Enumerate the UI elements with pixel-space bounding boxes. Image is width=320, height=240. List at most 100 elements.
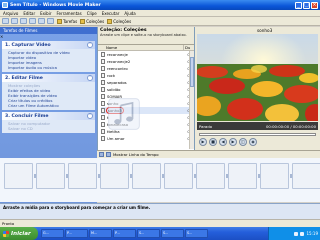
- file-name: solidão: [107, 87, 121, 92]
- audio-file-icon: [101, 108, 105, 113]
- file-name: separados: [107, 80, 127, 85]
- window-controls: _ □ ×: [295, 1, 318, 9]
- menu-executar[interactable]: Executar: [102, 11, 120, 16]
- taskbar-item[interactable]: S...: [161, 229, 184, 238]
- section-capture-header[interactable]: 1. Capturar Vídeo ˄: [2, 41, 95, 49]
- menu-exibir[interactable]: Exibir: [40, 11, 51, 16]
- menu-ajuda[interactable]: Ajuda: [124, 11, 135, 16]
- section-edit: 2. Editar Filme ˄ Mostrar coleções Exibi…: [2, 74, 95, 110]
- status-text: Pronto: [2, 221, 15, 226]
- network-icon[interactable]: [300, 231, 305, 236]
- storyboard-slot[interactable]: [36, 163, 65, 189]
- next-frame-icon[interactable]: ▶: [229, 138, 237, 146]
- taskbar-item[interactable]: P...: [65, 229, 88, 238]
- storyboard-strip[interactable]: [0, 158, 320, 202]
- storyboard-slot[interactable]: [164, 163, 193, 189]
- storyboard-toolbar: Mostrar Linha do Tempo: [97, 150, 320, 158]
- task-link[interactable]: Salvar no CD: [8, 126, 92, 131]
- section-edit-header[interactable]: 2. Editar Filme ˄: [2, 74, 95, 82]
- taskbar-item[interactable]: M...: [89, 229, 112, 238]
- snapshot-icon[interactable]: ◉: [249, 138, 257, 146]
- storyboard-slot[interactable]: [196, 163, 225, 189]
- tasks-icon: [57, 18, 62, 24]
- taskbar-item[interactable]: P...: [113, 229, 136, 238]
- chevron-up-icon[interactable]: ˄: [87, 113, 93, 119]
- storyboard-slot[interactable]: [132, 163, 161, 189]
- scrollbar-thumb[interactable]: [190, 57, 194, 87]
- start-button[interactable]: Iniciar: [0, 227, 38, 240]
- section-capture-title: 1. Capturar Vídeo: [5, 42, 51, 48]
- audio-file-icon: [101, 129, 105, 134]
- section-finish-header[interactable]: 3. Concluir Filme ˄: [2, 112, 95, 120]
- audio-file-icon: [101, 136, 105, 141]
- collections-toggle[interactable]: Coleções: [80, 18, 105, 24]
- chevron-up-icon[interactable]: ˄: [87, 75, 93, 81]
- file-name: reencontro: [107, 66, 128, 71]
- window-title: Sem Título - Windows Movie Maker: [10, 2, 101, 8]
- task-pane-close-icon[interactable]: ×: [0, 34, 3, 39]
- menu-editar[interactable]: Editar: [23, 11, 35, 16]
- tasks-toggle[interactable]: Tarefas: [57, 18, 77, 24]
- zoom-icon[interactable]: [106, 152, 111, 157]
- taskbar-item[interactable]: S...: [185, 229, 208, 238]
- split-clip-icon[interactable]: ◫: [239, 138, 247, 146]
- open-button[interactable]: [20, 18, 27, 24]
- file-list-item[interactable]: separados00: [101, 79, 194, 86]
- audio-file-icon: [101, 52, 105, 57]
- audio-file-icon: [101, 80, 105, 85]
- back-button[interactable]: [2, 18, 9, 24]
- menu-ferramentas[interactable]: Ferramentas: [56, 11, 81, 16]
- task-link[interactable]: Criar um Filme Automático: [8, 103, 92, 108]
- show-timeline-button[interactable]: Mostrar Linha do Tempo: [113, 152, 159, 157]
- storyboard-slot[interactable]: [4, 163, 33, 189]
- storyboard-slot[interactable]: [68, 163, 97, 189]
- save-button[interactable]: [29, 18, 36, 24]
- task-pane-header: Tarefas de Filmes: [0, 27, 97, 34]
- audio-file-icon: [101, 94, 105, 99]
- file-list-item[interactable]: reconnecje00: [101, 51, 194, 58]
- file-list-item[interactable]: reconnecje200: [101, 58, 194, 65]
- forward-button[interactable]: [11, 18, 18, 24]
- previous-frame-icon[interactable]: ◀: [219, 138, 227, 146]
- column-name[interactable]: Nome: [98, 45, 184, 50]
- audio-file-icon: [101, 122, 105, 127]
- taskbar-item[interactable]: G...: [41, 229, 64, 238]
- timeline-icon[interactable]: [99, 152, 104, 157]
- playback-status: Parado: [199, 123, 213, 129]
- taskbar: Iniciar G... P... M... P... S... S... S.…: [0, 227, 320, 240]
- minimize-button[interactable]: _: [295, 1, 302, 9]
- windows-logo-icon: [3, 230, 9, 237]
- storyboard-slot[interactable]: [100, 163, 129, 189]
- column-duration[interactable]: Du: [184, 45, 190, 50]
- toolbar: Tarefas Coleções Coleções: [0, 17, 320, 26]
- task-link[interactable]: Importar áudio ou música: [8, 65, 92, 70]
- file-list-item[interactable]: rock00: [101, 72, 194, 79]
- collection-scrollbar[interactable]: [189, 51, 194, 149]
- file-name: Um amor: [107, 136, 125, 141]
- section-finish: 3. Concluir Filme ˄ Salvar no computador…: [2, 112, 95, 133]
- collections-label: Coleções: [86, 18, 105, 24]
- storyboard-slot[interactable]: [228, 163, 257, 189]
- menu-bar: Arquivo Editar Exibir Ferramentas Clipe …: [0, 10, 320, 17]
- stop-icon[interactable]: ■: [209, 138, 217, 146]
- collections-dropdown[interactable]: Coleções: [107, 18, 131, 24]
- audio-file-icon: [101, 87, 105, 92]
- undo-button[interactable]: [38, 18, 45, 24]
- play-icon[interactable]: ▶: [199, 138, 207, 146]
- storyboard-slot[interactable]: [292, 163, 320, 189]
- storyboard-slot[interactable]: [260, 163, 289, 189]
- audio-file-icon: [101, 73, 105, 78]
- maximize-button[interactable]: □: [303, 1, 310, 9]
- menu-clipe[interactable]: Clipe: [87, 11, 97, 16]
- chevron-up-icon[interactable]: ˄: [87, 42, 93, 48]
- menu-arquivo[interactable]: Arquivo: [3, 11, 18, 16]
- volume-icon[interactable]: [294, 231, 299, 236]
- seek-bar[interactable]: [199, 133, 316, 136]
- file-list-item[interactable]: solidão00: [101, 86, 194, 93]
- redo-button[interactable]: [47, 18, 54, 24]
- file-list-item[interactable]: reencontro00: [101, 65, 194, 72]
- preview-pane: sonho3 Parado 00:00:00:00 / 00:00:00:00 …: [195, 27, 320, 150]
- close-button[interactable]: ×: [311, 1, 318, 9]
- taskbar-item[interactable]: S...: [137, 229, 160, 238]
- file-list-item[interactable]: Um amor00: [101, 135, 194, 142]
